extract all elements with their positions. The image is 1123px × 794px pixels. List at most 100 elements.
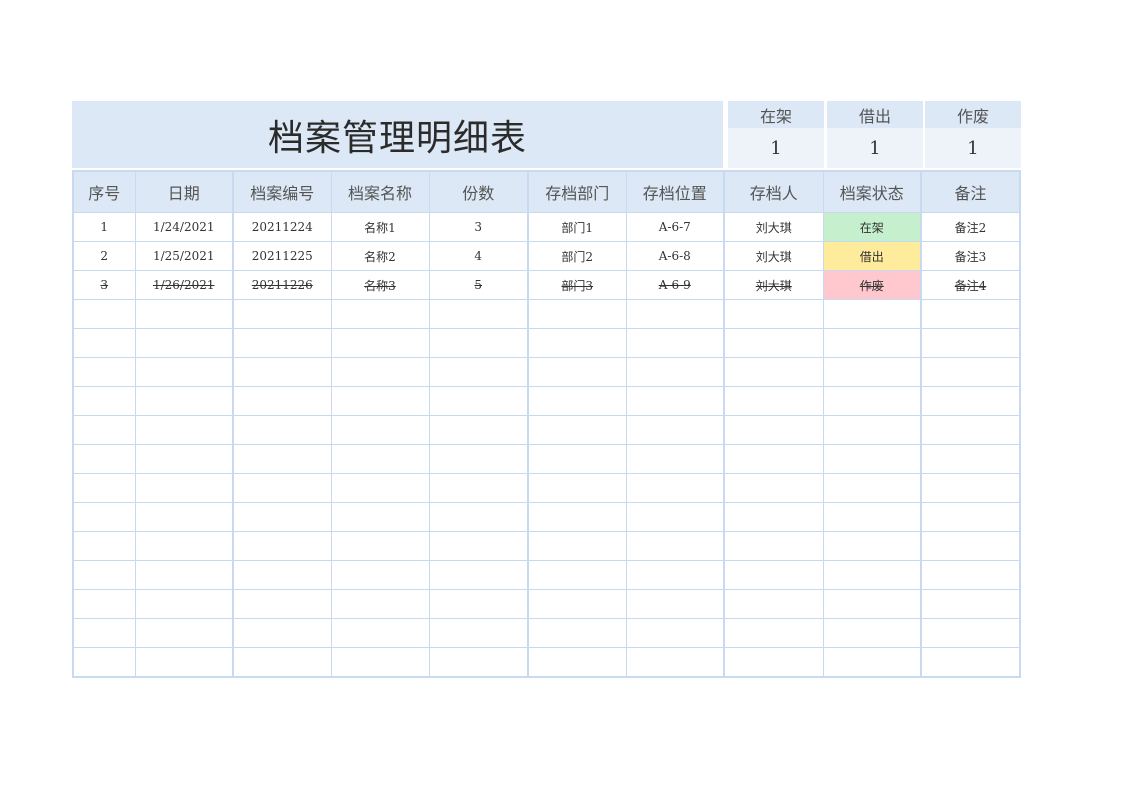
empty-cell[interactable] (723, 444, 824, 474)
empty-cell[interactable] (134, 502, 234, 532)
empty-cell[interactable] (822, 386, 922, 416)
empty-cell[interactable] (330, 647, 430, 678)
empty-cell[interactable] (428, 444, 529, 474)
empty-cell[interactable] (134, 299, 234, 329)
empty-cell[interactable] (527, 647, 627, 678)
cell-copies[interactable]: 3 (428, 212, 529, 242)
empty-cell[interactable] (822, 618, 922, 648)
empty-cell[interactable] (232, 618, 332, 648)
empty-cell[interactable] (527, 618, 627, 648)
col-header-note[interactable]: 备注 (920, 170, 1021, 213)
empty-cell[interactable] (723, 357, 824, 387)
empty-cell[interactable] (625, 531, 725, 561)
cell-dept[interactable]: 部门2 (527, 241, 627, 271)
empty-cell[interactable] (723, 647, 824, 678)
cell-name[interactable]: 名称2 (330, 241, 430, 271)
empty-cell[interactable] (330, 444, 430, 474)
empty-cell[interactable] (723, 589, 824, 619)
empty-cell[interactable] (920, 618, 1021, 648)
empty-cell[interactable] (527, 386, 627, 416)
empty-cell[interactable] (232, 415, 332, 445)
empty-cell[interactable] (920, 531, 1021, 561)
empty-cell[interactable] (625, 473, 725, 503)
empty-cell[interactable] (920, 647, 1021, 678)
stat-lent-value[interactable]: 1 (827, 128, 923, 168)
empty-cell[interactable] (72, 589, 136, 619)
cell-keeper[interactable]: 刘大琪 (723, 270, 824, 300)
empty-cell[interactable] (920, 473, 1021, 503)
empty-cell[interactable] (920, 502, 1021, 532)
col-header-seq[interactable]: 序号 (72, 170, 136, 213)
empty-cell[interactable] (134, 473, 234, 503)
col-header-code[interactable]: 档案编号 (232, 170, 332, 213)
empty-cell[interactable] (625, 589, 725, 619)
empty-cell[interactable] (527, 531, 627, 561)
cell-location[interactable]: A-6-9 (625, 270, 725, 300)
empty-cell[interactable] (72, 357, 136, 387)
empty-cell[interactable] (625, 502, 725, 532)
empty-cell[interactable] (134, 618, 234, 648)
empty-cell[interactable] (72, 473, 136, 503)
empty-cell[interactable] (920, 299, 1021, 329)
empty-cell[interactable] (134, 647, 234, 678)
col-header-date[interactable]: 日期 (134, 170, 234, 213)
cell-date[interactable]: 1/25/2021 (134, 241, 234, 271)
empty-cell[interactable] (134, 531, 234, 561)
empty-cell[interactable] (822, 328, 922, 358)
empty-cell[interactable] (723, 473, 824, 503)
empty-cell[interactable] (428, 328, 529, 358)
cell-date[interactable]: 1/26/2021 (134, 270, 234, 300)
empty-cell[interactable] (625, 618, 725, 648)
empty-cell[interactable] (428, 618, 529, 648)
empty-cell[interactable] (330, 299, 430, 329)
cell-dept[interactable]: 部门1 (527, 212, 627, 242)
empty-cell[interactable] (822, 647, 922, 678)
stat-on-shelf-value[interactable]: 1 (728, 128, 824, 168)
empty-cell[interactable] (527, 299, 627, 329)
empty-cell[interactable] (822, 531, 922, 561)
cell-name[interactable]: 名称1 (330, 212, 430, 242)
empty-cell[interactable] (625, 647, 725, 678)
empty-cell[interactable] (527, 328, 627, 358)
empty-cell[interactable] (428, 531, 529, 561)
empty-cell[interactable] (330, 560, 430, 590)
cell-copies[interactable]: 4 (428, 241, 529, 271)
col-header-copies[interactable]: 份数 (428, 170, 529, 213)
empty-cell[interactable] (527, 444, 627, 474)
cell-note[interactable]: 备注3 (920, 241, 1021, 271)
empty-cell[interactable] (330, 618, 430, 648)
empty-cell[interactable] (330, 502, 430, 532)
empty-cell[interactable] (232, 357, 332, 387)
empty-cell[interactable] (723, 299, 824, 329)
empty-cell[interactable] (723, 328, 824, 358)
empty-cell[interactable] (232, 473, 332, 503)
empty-cell[interactable] (134, 357, 234, 387)
empty-cell[interactable] (527, 502, 627, 532)
empty-cell[interactable] (232, 502, 332, 532)
empty-cell[interactable] (723, 618, 824, 648)
empty-cell[interactable] (822, 589, 922, 619)
empty-cell[interactable] (232, 328, 332, 358)
empty-cell[interactable] (232, 560, 332, 590)
empty-cell[interactable] (134, 589, 234, 619)
empty-cell[interactable] (134, 444, 234, 474)
cell-location[interactable]: A-6-8 (625, 241, 725, 271)
cell-code[interactable]: 20211226 (232, 270, 332, 300)
empty-cell[interactable] (625, 415, 725, 445)
stat-void-value[interactable]: 1 (925, 128, 1021, 168)
empty-cell[interactable] (625, 560, 725, 590)
empty-cell[interactable] (428, 502, 529, 532)
col-header-keeper[interactable]: 存档人 (723, 170, 824, 213)
empty-cell[interactable] (72, 618, 136, 648)
empty-cell[interactable] (330, 415, 430, 445)
empty-cell[interactable] (72, 328, 136, 358)
empty-cell[interactable] (330, 357, 430, 387)
cell-note[interactable]: 备注2 (920, 212, 1021, 242)
empty-cell[interactable] (330, 386, 430, 416)
empty-cell[interactable] (72, 386, 136, 416)
cell-status-void[interactable]: 作废 (822, 270, 922, 300)
col-header-dept[interactable]: 存档部门 (527, 170, 627, 213)
empty-cell[interactable] (428, 386, 529, 416)
empty-cell[interactable] (920, 560, 1021, 590)
empty-cell[interactable] (822, 357, 922, 387)
